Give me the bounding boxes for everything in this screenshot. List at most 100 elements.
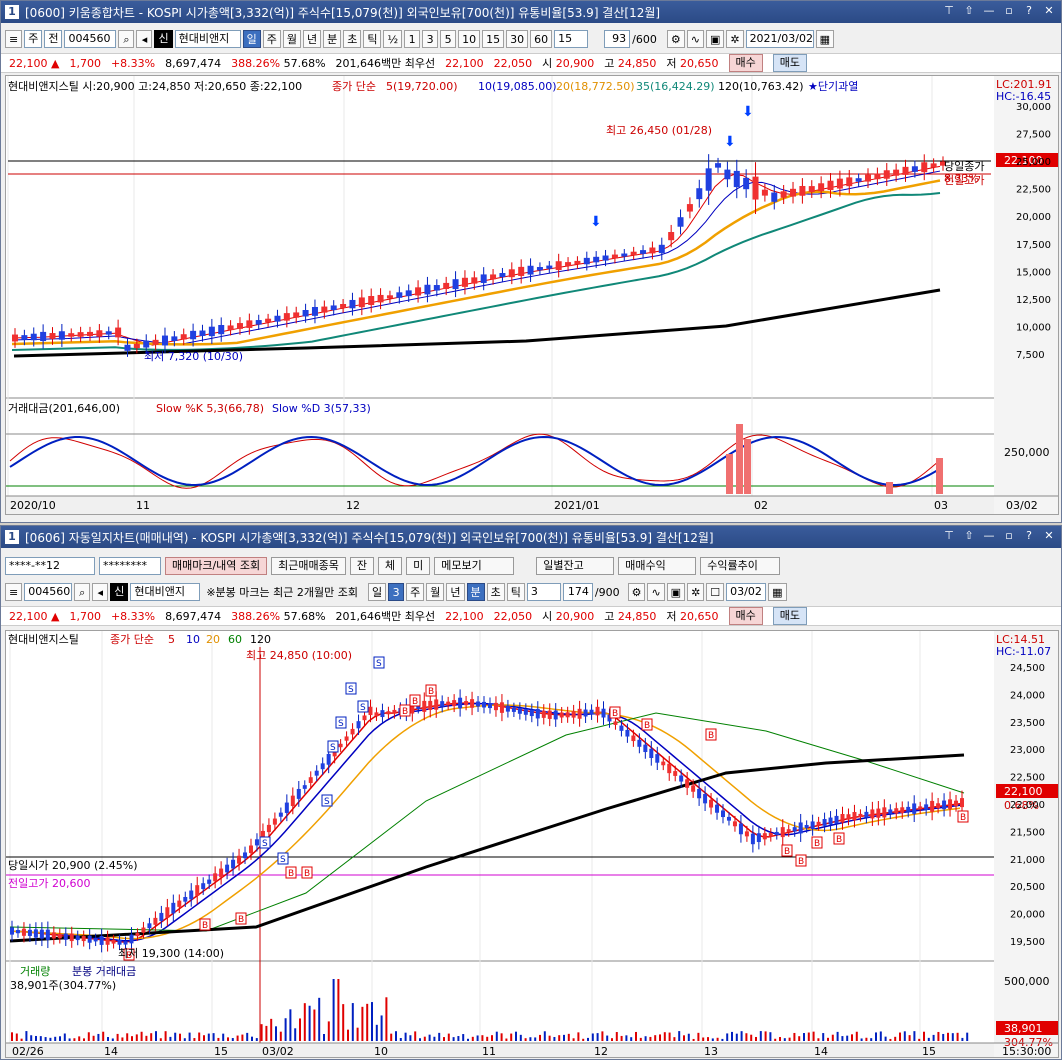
count-input[interactable]: 174 [562,583,593,601]
account-select[interactable]: ****-**12 [5,557,95,575]
amount-bar [936,458,943,494]
period-second-tab[interactable]: 초 [486,583,505,601]
interval-select[interactable]: 15 [554,30,589,48]
market-select[interactable]: 전 [44,30,63,48]
buy-button[interactable]: 매수 [728,607,763,625]
candle-body [69,933,74,942]
sound-icon[interactable]: ◂ [136,30,153,48]
candle-body [15,930,20,934]
period-minute-tab[interactable]: 분 [466,583,485,601]
interval-select[interactable]: 3 [526,583,561,601]
memo-button[interactable]: 메모보기 [434,557,515,575]
candle-body [565,712,570,718]
period-week-tab[interactable]: 주 [406,583,425,601]
checkbox[interactable]: ☐ [706,583,725,601]
sell-button[interactable]: 매도 [772,607,808,625]
balance-tab[interactable]: 잔 [349,557,375,575]
y-tick-label: 21,000 [1010,855,1045,866]
calendar-icon[interactable]: ▦ [815,30,834,48]
pin-icon[interactable]: ⊤ [941,528,957,544]
interval-5-button[interactable]: 5 [440,30,457,48]
candle-body [726,816,731,821]
interval-15-button[interactable]: 15 [482,30,505,48]
candle-body [752,176,759,200]
amount-bar [736,424,743,494]
period-minute-tab[interactable]: 분 [323,30,342,48]
minimize-icon[interactable]: — [981,3,997,19]
date-input[interactable]: 03/02 [726,583,767,601]
indicator-icon[interactable]: ∿ [647,583,665,601]
period-month-tab[interactable]: 월 [426,583,445,601]
interval-60-button[interactable]: 60 [530,30,553,48]
calendar-icon[interactable]: ▦ [768,583,787,601]
count-input[interactable]: 93 [604,30,631,48]
candle-body [350,728,355,735]
gear-icon[interactable]: ✲ [726,30,744,48]
maximize-icon[interactable]: ▫ [1001,528,1017,544]
type-select[interactable]: 주 [24,30,43,48]
period-month-tab[interactable]: 월 [282,30,301,48]
period-week-tab[interactable]: 주 [262,30,281,48]
day-count-select[interactable]: 3 [388,583,405,601]
period-second-tab[interactable]: 초 [343,30,362,48]
candle-body [574,260,581,265]
restore-icon[interactable]: ⇧ [961,528,977,544]
gear-icon[interactable]: ✲ [687,583,705,601]
close-icon[interactable]: ✕ [1041,528,1057,544]
high-annotation: 최고 26,450 (01/28) [606,124,712,137]
half-icon[interactable]: ½ [383,30,403,48]
high-annotation: 최고 24,850 (10:00) [246,649,352,662]
buy-button[interactable]: 매수 [728,54,763,72]
restore-icon[interactable]: ⇧ [961,3,977,19]
menu-icon[interactable]: ≡ [5,583,23,601]
minimize-icon[interactable]: — [981,528,997,544]
password-input[interactable]: ******** [99,557,161,575]
stock-code-input[interactable]: 004560 [64,30,117,48]
stock-code-input[interactable]: 004560 [24,583,73,601]
period-year-tab[interactable]: 년 [446,583,465,601]
sound-icon[interactable]: ◂ [92,583,109,601]
close-icon[interactable]: ✕ [1041,3,1057,19]
period-year-tab[interactable]: 년 [302,30,322,48]
settings-icon[interactable]: ⚙ [666,30,685,48]
period-tick-tab[interactable]: 틱 [506,583,525,601]
interval-10-button[interactable]: 10 [458,30,481,48]
candle-body [893,169,900,176]
candle-body [461,277,468,287]
trade-mark-query-button[interactable]: 매매마크/내역 조회 [165,557,268,575]
candle-body [219,868,224,878]
interval-3-button[interactable]: 3 [422,30,439,48]
candle-body [750,833,755,845]
candle-body [780,827,785,838]
indicator-icon[interactable]: ∿ [686,30,704,48]
interval-30-button[interactable]: 30 [506,30,529,48]
sell-button[interactable]: 매도 [772,54,808,72]
daily-candle-chart[interactable]: ⬇ ⬇ ⬇ 현대비앤지스틸 시:20,900 고:24,850 저:20,650 종… [5,75,1059,515]
save-icon[interactable]: ▣ [705,30,725,48]
pin-icon[interactable]: ⊤ [941,3,957,19]
candle-body [293,312,300,318]
filled-tab[interactable]: 체 [378,557,403,575]
daily-balance-button[interactable]: 일별잔고 [536,557,615,575]
period-day-tab[interactable]: 일 [242,30,261,48]
save-icon[interactable]: ▣ [666,583,686,601]
main-chart-titlebar[interactable]: 1 [0600] 키움종합차트 - KOSPI 시가총액[3,332(억)] 주… [1,1,1061,23]
period-day-tab[interactable]: 일 [368,583,387,601]
minute-candle-chart[interactable]: SSSSSSSSBBBBBBBBBBBBBBBB 현대비앤지스틸 종가 단순 5… [5,630,1059,1058]
help-icon[interactable]: ? [1021,3,1037,19]
date-input[interactable]: 2021/03/02 [745,30,814,48]
unfilled-tab[interactable]: 미 [406,557,431,575]
search-icon[interactable]: ⌕ [74,583,91,601]
trade-log-titlebar[interactable]: 1 [0606] 자동일지차트(매매내역) - KOSPI 시가총액[3,332… [1,526,1061,548]
period-tick-tab[interactable]: 틱 [363,30,382,48]
candle-body [637,739,642,747]
return-trend-button[interactable]: 수익률추이 [700,557,781,575]
settings-icon[interactable]: ⚙ [627,583,646,601]
menu-icon[interactable]: ≡ [5,30,23,48]
help-icon[interactable]: ? [1021,528,1037,544]
interval-1-button[interactable]: 1 [404,30,421,48]
trade-profit-button[interactable]: 매매수익 [618,557,697,575]
search-icon[interactable]: ⌕ [118,30,135,48]
maximize-icon[interactable]: ▫ [1001,3,1017,19]
recent-trades-button[interactable]: 최근매매종목 [271,557,346,575]
